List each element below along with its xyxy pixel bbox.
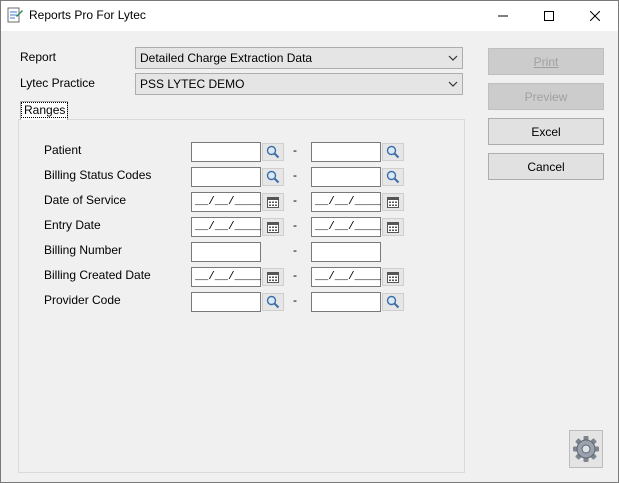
minimize-button[interactable] bbox=[480, 1, 526, 31]
settings-button[interactable] bbox=[569, 430, 603, 468]
cancel-button-label: Cancel bbox=[527, 159, 565, 174]
billing-status-codes-from-lookup-button[interactable] bbox=[262, 168, 284, 186]
patient-from-lookup-button[interactable] bbox=[262, 143, 284, 161]
range-label-billing-number: Billing Number bbox=[44, 243, 123, 257]
patient-to-lookup-button[interactable] bbox=[382, 143, 404, 161]
title-bar[interactable]: Reports Pro For Lytec bbox=[1, 1, 618, 31]
report-label: Report bbox=[20, 50, 57, 64]
close-icon bbox=[590, 11, 600, 21]
provider-code-to-lookup-button[interactable] bbox=[382, 293, 404, 311]
practice-label: Lytec Practice bbox=[20, 76, 95, 90]
print-button-label: Print bbox=[533, 54, 559, 69]
calendar-icon bbox=[267, 271, 279, 283]
preview-button-label: Preview bbox=[524, 89, 568, 104]
range-separator: - bbox=[293, 143, 297, 157]
cancel-button[interactable]: Cancel bbox=[488, 153, 604, 180]
range-label-entry-date: Entry Date bbox=[44, 218, 101, 232]
tab-ranges-label: Ranges bbox=[21, 102, 69, 118]
billing-status-codes-to-input[interactable] bbox=[311, 167, 381, 187]
window-title: Reports Pro For Lytec bbox=[29, 8, 146, 22]
range-separator: - bbox=[293, 218, 297, 232]
minimize-icon bbox=[498, 15, 508, 17]
billing-created-date-from-input[interactable]: __/__/____ bbox=[191, 267, 261, 287]
range-separator: - bbox=[293, 193, 297, 207]
magnifier-icon bbox=[266, 145, 280, 159]
provider-code-from-input[interactable] bbox=[191, 292, 261, 312]
billing-created-date-from-calendar-button[interactable] bbox=[262, 268, 284, 286]
calendar-icon bbox=[387, 221, 399, 233]
billing-number-to-input[interactable] bbox=[311, 242, 381, 262]
entry-date-to-calendar-button[interactable] bbox=[382, 218, 404, 236]
patient-to-input[interactable] bbox=[311, 142, 381, 162]
range-label-billing-created-date: Billing Created Date bbox=[44, 268, 151, 282]
calendar-icon bbox=[387, 196, 399, 208]
close-button[interactable] bbox=[572, 1, 618, 31]
preview-button[interactable]: Preview bbox=[488, 83, 604, 110]
date-of-service-to-input[interactable]: __/__/____ bbox=[311, 192, 381, 212]
entry-date-from-input[interactable]: __/__/____ bbox=[191, 217, 261, 237]
calendar-icon bbox=[387, 271, 399, 283]
billing-number-from-input[interactable] bbox=[191, 242, 261, 262]
provider-code-from-lookup-button[interactable] bbox=[262, 293, 284, 311]
provider-code-to-input[interactable] bbox=[311, 292, 381, 312]
magnifier-icon bbox=[266, 170, 280, 184]
range-separator: - bbox=[293, 243, 297, 257]
magnifier-icon bbox=[386, 170, 400, 184]
app-window: Reports Pro For Lytec Report Detailed Ch… bbox=[0, 0, 619, 483]
range-separator: - bbox=[293, 268, 297, 282]
range-label-billing-status-codes: Billing Status Codes bbox=[44, 168, 152, 182]
maximize-icon bbox=[544, 11, 554, 21]
tab-ranges[interactable]: Ranges bbox=[20, 101, 69, 120]
calendar-icon bbox=[267, 196, 279, 208]
entry-date-from-calendar-button[interactable] bbox=[262, 218, 284, 236]
range-label-date-of-service: Date of Service bbox=[44, 193, 127, 207]
range-separator: - bbox=[293, 293, 297, 307]
range-label-patient: Patient bbox=[44, 143, 82, 157]
range-label-provider-code: Provider Code bbox=[44, 293, 121, 307]
billing-created-date-to-calendar-button[interactable] bbox=[382, 268, 404, 286]
date-of-service-to-calendar-button[interactable] bbox=[382, 193, 404, 211]
report-dropdown[interactable]: Detailed Charge Extraction Data bbox=[135, 47, 463, 69]
billing-status-codes-from-input[interactable] bbox=[191, 167, 261, 187]
practice-value: PSS LYTEC DEMO bbox=[140, 77, 245, 91]
date-of-service-from-input[interactable]: __/__/____ bbox=[191, 192, 261, 212]
gear-icon bbox=[573, 436, 599, 462]
date-of-service-from-calendar-button[interactable] bbox=[262, 193, 284, 211]
excel-button-label: Excel bbox=[531, 124, 561, 139]
entry-date-to-input[interactable]: __/__/____ bbox=[311, 217, 381, 237]
calendar-icon bbox=[267, 221, 279, 233]
report-value: Detailed Charge Extraction Data bbox=[140, 51, 313, 65]
practice-dropdown[interactable]: PSS LYTEC DEMO bbox=[135, 73, 463, 95]
print-button[interactable]: Print bbox=[488, 48, 604, 75]
chevron-down-icon bbox=[448, 55, 458, 61]
range-separator: - bbox=[293, 168, 297, 182]
app-icon bbox=[7, 7, 23, 24]
maximize-button[interactable] bbox=[526, 1, 572, 31]
magnifier-icon bbox=[386, 145, 400, 159]
billing-status-codes-to-lookup-button[interactable] bbox=[382, 168, 404, 186]
patient-from-input[interactable] bbox=[191, 142, 261, 162]
magnifier-icon bbox=[386, 295, 400, 309]
magnifier-icon bbox=[266, 295, 280, 309]
chevron-down-icon bbox=[448, 81, 458, 87]
billing-created-date-to-input[interactable]: __/__/____ bbox=[311, 267, 381, 287]
excel-button[interactable]: Excel bbox=[488, 118, 604, 145]
